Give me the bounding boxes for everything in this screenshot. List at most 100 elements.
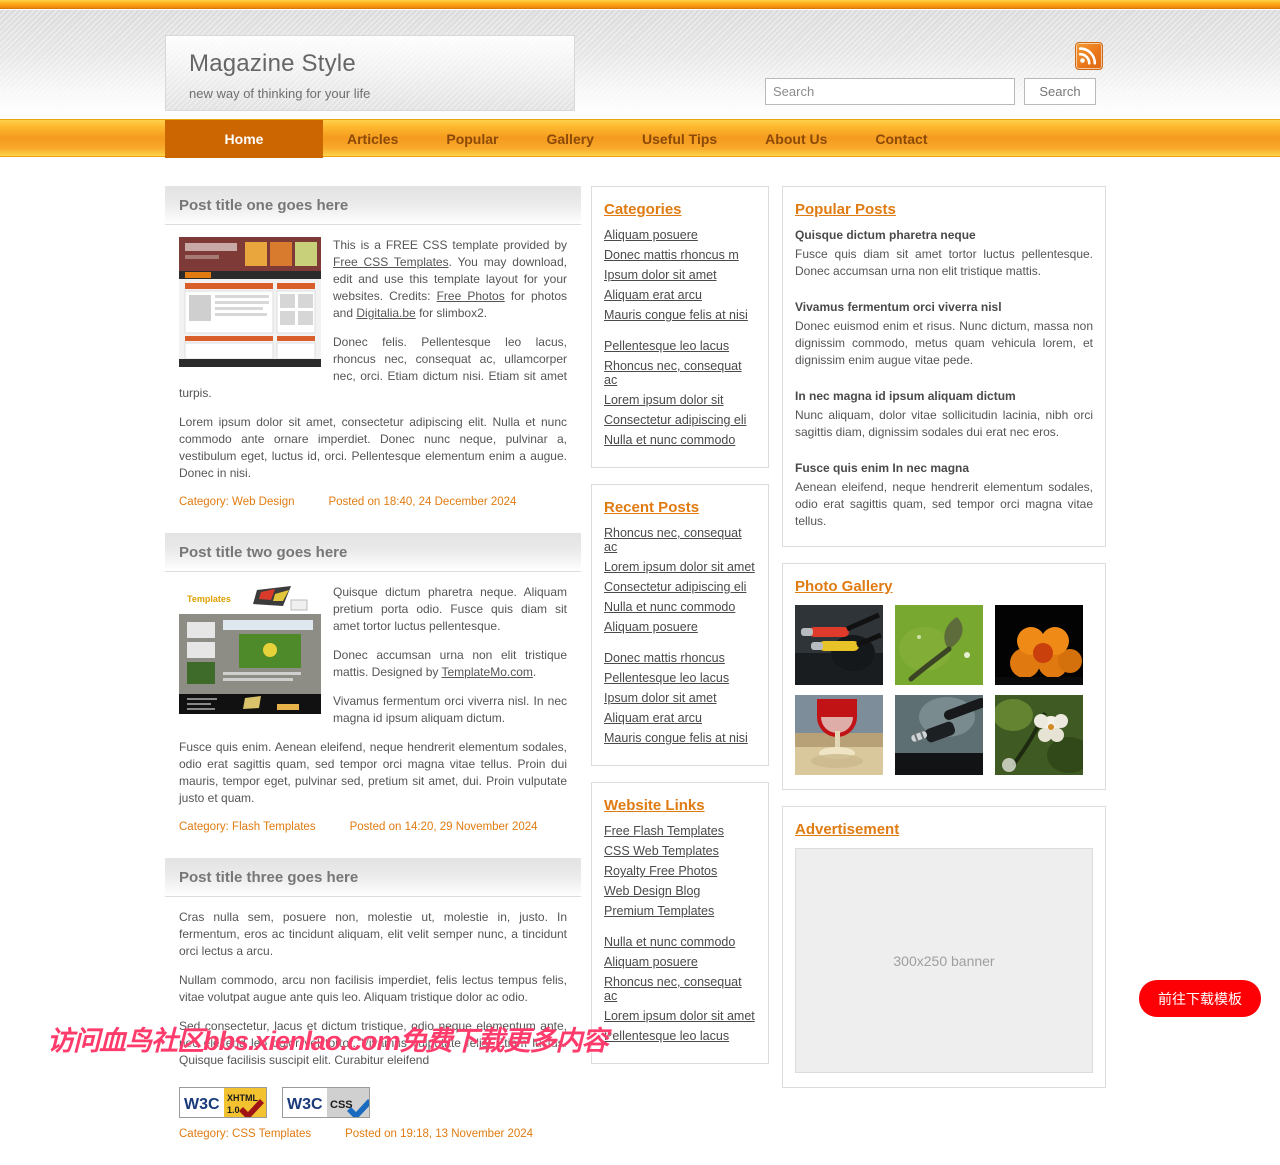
nav-item-popular[interactable]: Popular [422, 120, 522, 158]
post-category[interactable]: Category: Web Design [179, 496, 294, 508]
website-link[interactable]: Lorem ipsum dolor sit amet [604, 1009, 755, 1023]
website-links-heading: Website Links [604, 797, 705, 814]
rss-icon[interactable] [1075, 42, 1103, 70]
recent-post-link[interactable]: Ipsum dolor sit amet [604, 691, 717, 705]
free-photos-link[interactable]: Free Photos [437, 289, 505, 303]
category-link[interactable]: Nulla et nunc commodo [604, 433, 735, 447]
post-thumbnail-image[interactable]: Templates [179, 584, 321, 714]
category-link[interactable]: Lorem ipsum dolor sit [604, 393, 724, 407]
categories-list-secondary: Pellentesque leo lacus Rhoncus nec, cons… [604, 339, 756, 447]
recent-post-link[interactable]: Lorem ipsum dolor sit amet [604, 560, 755, 574]
svg-text:1.0: 1.0 [227, 1105, 240, 1115]
category-link[interactable]: Aliquam erat arcu [604, 288, 702, 302]
gallery-thumb-audio-jack[interactable] [895, 695, 983, 775]
website-link[interactable]: CSS Web Templates [604, 844, 719, 858]
photo-gallery-widget: Photo Gallery [782, 563, 1106, 790]
download-template-button[interactable]: 前往下载模板 [1139, 980, 1261, 1017]
gallery-thumb-rca-connectors[interactable] [795, 605, 883, 685]
popular-post-title: Fusce quis enim In nec magna [795, 461, 970, 475]
recent-post-link[interactable]: Rhoncus nec, consequat ac [604, 526, 742, 554]
search-input[interactable] [765, 78, 1015, 105]
list-divider [604, 924, 756, 935]
website-link[interactable]: Aliquam posuere [604, 955, 698, 969]
main-navigation-bar: Home Articles Popular Gallery Useful Tip… [0, 119, 1280, 158]
category-link[interactable]: Mauris congue felis at nisi [604, 308, 748, 322]
list-divider [604, 328, 756, 339]
website-link[interactable]: Premium Templates [604, 904, 714, 918]
search-button[interactable]: Search [1024, 78, 1096, 105]
nav-item-about-us[interactable]: About Us [741, 120, 851, 158]
post-category[interactable]: Category: Flash Templates [179, 821, 316, 833]
post-category[interactable]: Category: CSS Templates [179, 1128, 311, 1140]
recent-post-link[interactable]: Donec mattis rhoncus [604, 651, 725, 665]
recent-post-link[interactable]: Aliquam posuere [604, 620, 698, 634]
right-sidebar-column: Popular Posts Quisque dictum pharetra ne… [782, 186, 1106, 1104]
popular-post-title: Quisque dictum pharetra neque [795, 228, 976, 242]
nav-item-home[interactable]: Home [165, 120, 323, 158]
post-header: Post title three goes here [165, 858, 581, 897]
nav-item-useful-tips[interactable]: Useful Tips [618, 120, 741, 158]
list-item: Aliquam posuere [604, 955, 756, 969]
free-css-templates-link[interactable]: Free CSS Templates [333, 255, 449, 269]
category-link[interactable]: Aliquam posuere [604, 228, 698, 242]
category-link[interactable]: Consectetur adipiscing eli [604, 413, 746, 427]
recent-post-link[interactable]: Consectetur adipiscing eli [604, 580, 746, 594]
list-item: Mauris congue felis at nisi [604, 308, 756, 322]
website-link[interactable]: Free Flash Templates [604, 824, 724, 838]
gallery-thumb-oranges[interactable] [995, 605, 1083, 685]
website-link[interactable]: Rhoncus nec, consequat ac [604, 975, 742, 1003]
popular-post-title: Vivamus fermentum orci viverra nisl [795, 300, 1002, 314]
recent-posts-widget: Recent Posts Rhoncus nec, consequat ac L… [591, 484, 769, 766]
site-tagline: new way of thinking for your life [189, 86, 371, 101]
advertisement-heading: Advertisement [795, 821, 900, 838]
recent-post-link[interactable]: Pellentesque leo lacus [604, 671, 729, 685]
recent-post-link[interactable]: Aliquam erat arcu [604, 711, 702, 725]
ad-banner-slot[interactable]: 300x250 banner [795, 848, 1093, 1073]
w3c-css-badge[interactable]: W3C CSS [282, 1087, 373, 1120]
nav-item-articles[interactable]: Articles [323, 120, 422, 158]
list-item: Royalty Free Photos [604, 864, 756, 878]
nav-item-contact[interactable]: Contact [851, 120, 951, 158]
main-navigation: Home Articles Popular Gallery Useful Tip… [165, 120, 952, 158]
list-item: Consectetur adipiscing eli [604, 580, 756, 594]
gallery-thumb-white-orchid[interactable] [995, 695, 1083, 775]
list-item: Pellentesque leo lacus [604, 671, 756, 685]
popular-post-item[interactable]: Quisque dictum pharetra neque Fusce quis… [795, 228, 1093, 280]
digitalia-link[interactable]: Digitalia.be [356, 306, 415, 320]
post-thumbnail-image[interactable] [179, 237, 321, 367]
post-date: Posted on 14:20, 29 November 2024 [349, 821, 538, 833]
post-title: Post title three goes here [179, 868, 359, 886]
popular-post-item[interactable]: In nec magna id ipsum aliquam dictum Nun… [795, 389, 1093, 441]
website-link[interactable]: Nulla et nunc commodo [604, 935, 735, 949]
advertisement-widget: Advertisement 300x250 banner [782, 806, 1106, 1088]
top-accent-bar [0, 0, 1280, 9]
nav-item-gallery[interactable]: Gallery [522, 120, 617, 158]
list-item: Donec mattis rhoncus [604, 651, 756, 665]
website-link[interactable]: Pellentesque leo lacus [604, 1029, 729, 1043]
list-item: Pellentesque leo lacus [604, 339, 756, 353]
templatemo-link[interactable]: TemplateMo.com [442, 665, 533, 679]
recent-post-link[interactable]: Nulla et nunc commodo [604, 600, 735, 614]
w3c-xhtml-badge[interactable]: W3C XHTML 1.0 [179, 1087, 267, 1120]
website-link[interactable]: Web Design Blog [604, 884, 700, 898]
category-link[interactable]: Ipsum dolor sit amet [604, 268, 717, 282]
site-watermark: 访问血鸟社区bbs.xienlao.com免费下载更多内容 [47, 1026, 609, 1056]
website-link[interactable]: Royalty Free Photos [604, 864, 717, 878]
post-date: Posted on 18:40, 24 December 2024 [328, 496, 517, 508]
list-item: Nulla et nunc commodo [604, 935, 756, 949]
category-link[interactable]: Donec mattis rhoncus m [604, 248, 739, 262]
site-logo-box[interactable]: Magazine Style new way of thinking for y… [165, 35, 575, 111]
list-item: Free Flash Templates [604, 824, 756, 838]
post-paragraph: Lorem ipsum dolor sit amet, consectetur … [179, 415, 567, 480]
recent-posts-list-secondary: Donec mattis rhoncus Pellentesque leo la… [604, 651, 756, 745]
popular-post-item[interactable]: Vivamus fermentum orci viverra nisl Done… [795, 300, 1093, 369]
gallery-thumb-red-wine-glass[interactable] [795, 695, 883, 775]
gallery-thumb-green-flower-bud[interactable] [895, 605, 983, 685]
list-item: Nulla et nunc commodo [604, 600, 756, 614]
recent-post-link[interactable]: Mauris congue felis at nisi [604, 731, 748, 745]
popular-post-excerpt: Donec euismod enim et risus. Nunc dictum… [795, 319, 1093, 367]
category-link[interactable]: Pellentesque leo lacus [604, 339, 729, 353]
list-item: Rhoncus nec, consequat ac [604, 359, 756, 387]
popular-post-item[interactable]: Fusce quis enim In nec magna Aenean elei… [795, 461, 1093, 530]
category-link[interactable]: Rhoncus nec, consequat ac [604, 359, 742, 387]
